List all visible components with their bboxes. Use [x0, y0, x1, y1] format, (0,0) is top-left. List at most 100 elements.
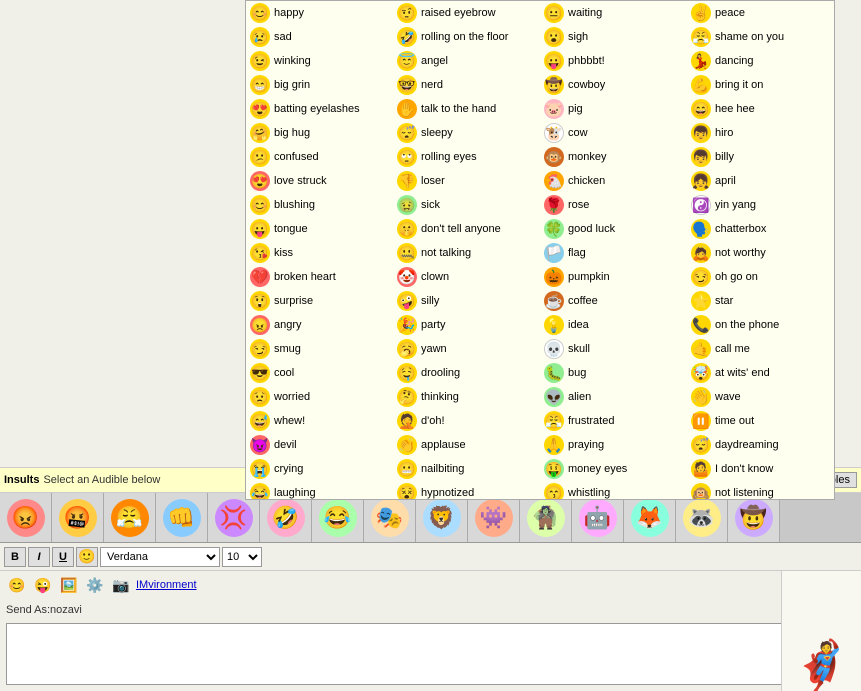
- audible-icon-13[interactable]: 🦝: [676, 493, 728, 543]
- emoji-item-shame-on-you[interactable]: 😤shame on you: [687, 25, 834, 49]
- audible-icon-3[interactable]: 👊: [156, 493, 208, 543]
- audible-icon-1[interactable]: 🤬: [52, 493, 104, 543]
- audible-icon-14[interactable]: 🤠: [728, 493, 780, 543]
- emoji-item-nerd[interactable]: 🤓nerd: [393, 73, 540, 97]
- emoji-item-cool[interactable]: 😎cool: [246, 361, 393, 385]
- emoji-item-good-luck[interactable]: 🍀good luck: [540, 217, 687, 241]
- emoji-item-coffee[interactable]: ☕coffee: [540, 289, 687, 313]
- emoji-item-sigh[interactable]: 😮sigh: [540, 25, 687, 49]
- message-textarea[interactable]: [6, 623, 796, 685]
- emoji-item-yin-yang[interactable]: ☯️yin yang: [687, 193, 834, 217]
- audible-icon-9[interactable]: 👾: [468, 493, 520, 543]
- emoji-item-blushing[interactable]: 😊blushing: [246, 193, 393, 217]
- emoji-item-angry[interactable]: 😠angry: [246, 313, 393, 337]
- emoji-item-pumpkin[interactable]: 🎃pumpkin: [540, 265, 687, 289]
- emoji-item-winking[interactable]: 😉winking: [246, 49, 393, 73]
- emoji-item-sad[interactable]: 😢sad: [246, 25, 393, 49]
- emoji-item-crying[interactable]: 😭crying: [246, 457, 393, 481]
- emoji-item-not-listening[interactable]: 🙉not listening: [687, 481, 834, 500]
- emoji-item-at-wits-end[interactable]: 🤯at wits' end: [687, 361, 834, 385]
- emoji-item-on-the-phone[interactable]: 📞on the phone: [687, 313, 834, 337]
- emoji-item-laughing[interactable]: 😂laughing: [246, 481, 393, 500]
- emoji-item-hee-hee[interactable]: 😄hee hee: [687, 97, 834, 121]
- emoji-item-pig[interactable]: 🐷pig: [540, 97, 687, 121]
- emoji-item-not-worthy[interactable]: 🙇not worthy: [687, 241, 834, 265]
- emoji-item-bug[interactable]: 🐛bug: [540, 361, 687, 385]
- emoji-item-alien[interactable]: 👽alien: [540, 385, 687, 409]
- font-select[interactable]: ArialVerdanaTimes New RomanCourier New: [100, 547, 220, 567]
- underline-button[interactable]: U: [52, 547, 74, 567]
- emoji-item-idea[interactable]: 💡idea: [540, 313, 687, 337]
- audible-icon-8[interactable]: 🦁: [416, 493, 468, 543]
- emoji-item-surprise[interactable]: 😲surprise: [246, 289, 393, 313]
- emoji-item-april[interactable]: 👧april: [687, 169, 834, 193]
- emoji-item-i-dont-know[interactable]: 🤷I don't know: [687, 457, 834, 481]
- emoji-item-rolling-eyes[interactable]: 🙄rolling eyes: [393, 145, 540, 169]
- emoji-item-sleepy[interactable]: 😴sleepy: [393, 121, 540, 145]
- emoji-item-thinking[interactable]: 🤔thinking: [393, 385, 540, 409]
- emoji-item-clown[interactable]: 🤡clown: [393, 265, 540, 289]
- audible-icon-5[interactable]: 🤣: [260, 493, 312, 543]
- emoji-item-peace[interactable]: ✌️peace: [687, 1, 834, 25]
- emoji-item-praying[interactable]: 🙏praying: [540, 433, 687, 457]
- emoji-item-happy[interactable]: 😊happy: [246, 1, 393, 25]
- emoji-item-daydreaming[interactable]: 😴daydreaming: [687, 433, 834, 457]
- smiley-icon[interactable]: 😊: [6, 574, 28, 596]
- emoji-item-silly[interactable]: 🤪silly: [393, 289, 540, 313]
- emoji-item-phbbbt[interactable]: 😛phbbbt!: [540, 49, 687, 73]
- audible-icon-7[interactable]: 🎭: [364, 493, 416, 543]
- emoji-item-kiss[interactable]: 😘kiss: [246, 241, 393, 265]
- emoji-item-star[interactable]: ⭐star: [687, 289, 834, 313]
- audible-icon-0[interactable]: 😡: [0, 493, 52, 543]
- emoji-item-dont-tell-anyone[interactable]: 🤫don't tell anyone: [393, 217, 540, 241]
- wink-icon[interactable]: 😜: [32, 574, 54, 596]
- emoji-item-flag[interactable]: 🏳️flag: [540, 241, 687, 265]
- emoji-item-batting-eyelashes[interactable]: 😍batting eyelashes: [246, 97, 393, 121]
- emoji-item-big-hug[interactable]: 🤗big hug: [246, 121, 393, 145]
- emoji-button[interactable]: 🙂: [76, 547, 98, 567]
- emoji-item-not-talking[interactable]: 🤐not talking: [393, 241, 540, 265]
- emoji-item-time-out[interactable]: ⏸️time out: [687, 409, 834, 433]
- font-size-select[interactable]: 8910111214161820: [222, 547, 262, 567]
- emoji-item-billy[interactable]: 👦billy: [687, 145, 834, 169]
- emoji-item-rolling-on-floor[interactable]: 🤣rolling on the floor: [393, 25, 540, 49]
- emoji-item-bring-it-on[interactable]: 💪bring it on: [687, 73, 834, 97]
- emoji-item-whistling[interactable]: 😙whistling: [540, 481, 687, 500]
- emoji-item-applause[interactable]: 👏applause: [393, 433, 540, 457]
- emoji-item-angel[interactable]: 😇angel: [393, 49, 540, 73]
- emoji-item-hiro[interactable]: 👦hiro: [687, 121, 834, 145]
- emoji-item-love-struck[interactable]: 😍love struck: [246, 169, 393, 193]
- emoji-item-cowboy[interactable]: 🤠cowboy: [540, 73, 687, 97]
- emoji-item-doh[interactable]: 🤦d'oh!: [393, 409, 540, 433]
- audible-icon-12[interactable]: 🦊: [624, 493, 676, 543]
- emoji-item-talk-to-hand[interactable]: ✋talk to the hand: [393, 97, 540, 121]
- emoji-item-big-grin[interactable]: 😁big grin: [246, 73, 393, 97]
- emoji-item-party[interactable]: 🎉party: [393, 313, 540, 337]
- background-icon[interactable]: 🖼️: [58, 574, 80, 596]
- emoji-item-rose[interactable]: 🌹rose: [540, 193, 687, 217]
- emoji-item-waiting[interactable]: 😐waiting: [540, 1, 687, 25]
- audible-icon-10[interactable]: 🧌: [520, 493, 572, 543]
- emoji-item-money-eyes[interactable]: 🤑money eyes: [540, 457, 687, 481]
- audible-icon-11[interactable]: 🤖: [572, 493, 624, 543]
- audible-icon-6[interactable]: 😂: [312, 493, 364, 543]
- emoji-item-call-me[interactable]: 🤙call me: [687, 337, 834, 361]
- bold-button[interactable]: B: [4, 547, 26, 567]
- emoji-item-raised-eyebrow[interactable]: 🤨raised eyebrow: [393, 1, 540, 25]
- emoji-item-chicken[interactable]: 🐔chicken: [540, 169, 687, 193]
- emoji-item-drooling[interactable]: 🤤drooling: [393, 361, 540, 385]
- settings-icon[interactable]: ⚙️: [84, 574, 106, 596]
- audible-icon-2[interactable]: 😤: [104, 493, 156, 543]
- emoji-item-frustrated[interactable]: 😤frustrated: [540, 409, 687, 433]
- emoji-item-oh-go-on[interactable]: 😏oh go on: [687, 265, 834, 289]
- emoji-item-loser[interactable]: 👎loser: [393, 169, 540, 193]
- emoji-item-broken-heart[interactable]: 💔broken heart: [246, 265, 393, 289]
- emoji-item-dancing[interactable]: 💃dancing: [687, 49, 834, 73]
- emoji-item-monkey[interactable]: 🐵monkey: [540, 145, 687, 169]
- emoji-item-chatterbox[interactable]: 🗣️chatterbox: [687, 217, 834, 241]
- emoji-item-wave[interactable]: 👋wave: [687, 385, 834, 409]
- emoji-item-whew[interactable]: 😅whew!: [246, 409, 393, 433]
- emoji-item-smug[interactable]: 😏smug: [246, 337, 393, 361]
- emoji-item-worried[interactable]: 😟worried: [246, 385, 393, 409]
- audible-icon-4[interactable]: 💢: [208, 493, 260, 543]
